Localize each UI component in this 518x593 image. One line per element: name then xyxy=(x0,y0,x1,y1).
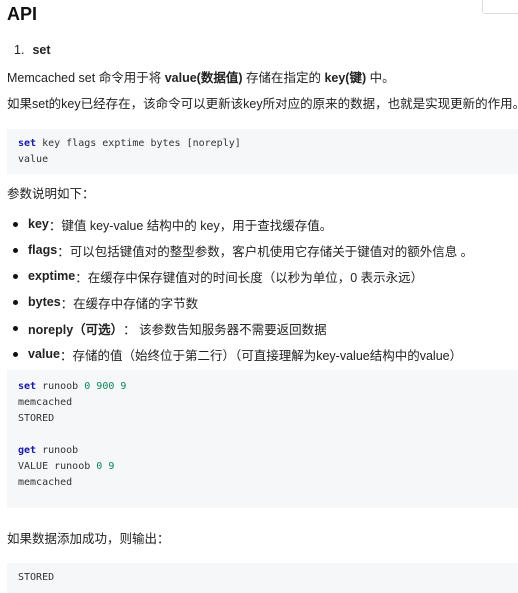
desc-text-1: Memcached set 命令用于将 xyxy=(7,71,165,85)
list-item: bytes ：在缓存中存储的字节数 xyxy=(7,289,473,315)
bullet-icon xyxy=(13,351,18,357)
output-code-block: STORED xyxy=(7,563,518,593)
page-title: API xyxy=(7,4,38,24)
list-item: exptime ：在缓存中保存键值对的时间长度（以秒为单位，0 表示永远） xyxy=(7,263,473,289)
success-paragraph: 如果数据添加成功，则输出： xyxy=(7,532,170,546)
desc-text-3: 中。 xyxy=(366,71,395,85)
code-line: memcached xyxy=(18,477,73,488)
bullet-icon xyxy=(13,221,18,227)
example-code-block: set runoob 0 900 9 memcached STORED get … xyxy=(7,370,518,508)
code-line: set key flags exptime bytes [noreply] xyxy=(18,138,241,149)
bullet-icon xyxy=(13,299,18,305)
code-line: get runoob xyxy=(18,445,79,456)
code-line: set runoob 0 900 9 xyxy=(18,381,127,392)
list-keyword: set xyxy=(32,43,51,57)
list-number: 1. xyxy=(14,43,25,57)
list-item-set: 1. set xyxy=(14,43,51,57)
list-item: noreply（可选）： 该参数告知服务器不需要返回数据 xyxy=(7,315,473,341)
list-item: key ：键值 key-value 结构中的 key，用于查找缓存值。 xyxy=(7,211,473,237)
description-paragraph: Memcached set 命令用于将 value(数据值) 存储在指定的 ke… xyxy=(7,70,395,86)
desc-bold-key: key(键) xyxy=(324,71,367,85)
code-line: STORED xyxy=(18,413,55,424)
list-item: value ：存储的值（始终位于第二行）（可直接理解为key-value结构中的v… xyxy=(7,341,473,367)
bullet-icon xyxy=(13,247,18,253)
syntax-code-block: set key flags exptime bytes [noreply] va… xyxy=(7,129,518,174)
code-line: VALUE runoob 0 9 xyxy=(18,461,115,472)
desc-text-2: 存储在指定的 xyxy=(242,71,325,85)
code-line: STORED xyxy=(18,572,55,583)
params-list: key ：键值 key-value 结构中的 key，用于查找缓存值。 flags… xyxy=(7,211,473,367)
params-intro: 参数说明如下： xyxy=(7,187,95,201)
list-item: flags ：可以包括键值对的整型参数，客户机使用它存储关于键值对的额外信息 。 xyxy=(7,237,473,263)
bullet-icon xyxy=(13,325,18,331)
code-line: memcached xyxy=(18,397,73,408)
bullet-icon xyxy=(13,273,18,279)
top-right-box xyxy=(482,0,518,14)
code-line: value xyxy=(18,154,49,165)
desc-bold-value: value(数据值) xyxy=(164,71,243,85)
update-paragraph: 如果set的key已经存在，该命令可以更新该key所对应的原来的数据，也就是实现… xyxy=(7,97,518,111)
